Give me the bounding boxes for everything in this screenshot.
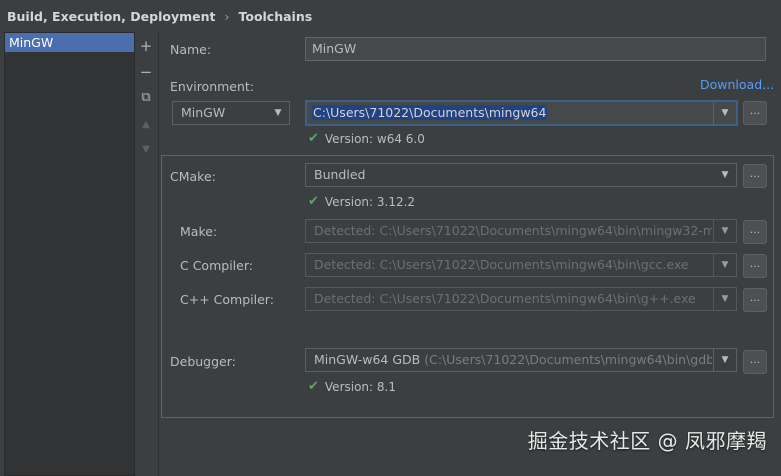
cpp-compiler-select[interactable]: Detected: C:\Users\71022\Documents\mingw… [305,287,737,311]
environment-label: Environment: [170,79,255,94]
chevron-down-icon: ▼ [713,102,736,124]
c-compiler-label: C Compiler: [180,258,253,273]
cpp-compiler-browse-button[interactable]: ... [743,288,767,312]
environment-path-value: C:\Users\71022\Documents\mingw64 [312,105,548,120]
make-label: Make: [180,224,218,239]
breadcrumb-parent: Build, Execution, Deployment [7,8,216,24]
check-icon: ✔ [308,379,319,394]
panel-divider [158,32,159,476]
arrow-up-icon[interactable]: ▲ [136,113,156,135]
debugger-path: (C:\Users\71022\Documents\mingw64\bin\gd… [420,352,712,367]
download-link[interactable]: Download... [700,77,774,92]
list-toolbar: + − ⧉ ▲ ▼ [136,32,158,476]
make-select[interactable]: Detected: C:\Users\71022\Documents\mingw… [305,219,737,243]
cmake-version: ✔ Version: 3.12.2 [308,194,415,209]
c-compiler-select[interactable]: Detected: C:\Users\71022\Documents\mingw… [305,253,737,277]
environment-version: ✔ Version: w64 6.0 [308,131,425,146]
list-item-mingw[interactable]: MinGW [5,33,134,52]
debugger-browse-button[interactable]: ... [743,350,767,374]
environment-type-value: MinGW [181,105,226,120]
environment-browse-button[interactable]: ... [743,101,767,125]
arrow-down-icon[interactable]: ▼ [136,138,156,160]
watermark: 掘金技术社区 @ 凤邪摩羯 [527,429,767,453]
chevron-down-icon: ▼ [713,288,736,310]
make-browse-button[interactable]: ... [743,220,767,244]
check-icon: ✔ [308,131,319,146]
plus-icon[interactable]: + [136,35,156,57]
cmake-label: CMake: [170,169,216,184]
c-compiler-value: Detected: C:\Users\71022\Documents\mingw… [314,257,689,272]
check-icon: ✔ [308,194,319,209]
breadcrumb-separator: › [224,8,230,24]
debugger-version: ✔ Version: 8.1 [308,379,396,394]
debugger-version-text: Version: 8.1 [324,379,396,394]
chevron-down-icon: ▼ [274,108,282,118]
name-field[interactable]: MinGW [305,37,766,61]
breadcrumb: Build, Execution, Deployment › Toolchain… [0,0,781,32]
cmake-version-text: Version: 3.12.2 [324,194,416,209]
c-compiler-browse-button[interactable]: ... [743,254,767,278]
cmake-browse-button[interactable]: ... [743,164,767,188]
cmake-value: Bundled [314,167,366,182]
minus-icon[interactable]: − [136,61,156,83]
debugger-value: MinGW-w64 GDB [314,352,421,367]
debugger-select[interactable]: MinGW-w64 GDB (C:\Users\71022\Documents\… [305,348,737,372]
toolchain-list: MinGW [4,32,135,476]
chevron-down-icon: ▼ [713,220,736,242]
chevron-down-icon: ▼ [721,170,729,180]
environment-path-select[interactable]: C:\Users\71022\Documents\mingw64 ▼ [305,100,738,126]
environment-version-text: Version: w64 6.0 [324,131,425,146]
chevron-down-icon: ▼ [713,254,736,276]
breadcrumb-current: Toolchains [238,8,313,24]
cmake-select[interactable]: Bundled ▼ [305,163,737,187]
make-value: Detected: C:\Users\71022\Documents\mingw… [314,223,712,238]
debugger-label: Debugger: [170,354,236,369]
name-label: Name: [170,42,212,57]
cpp-compiler-label: C++ Compiler: [180,292,274,307]
environment-type-select[interactable]: MinGW ▼ [172,101,290,125]
copy-icon[interactable]: ⧉ [136,86,156,108]
cpp-compiler-value: Detected: C:\Users\71022\Documents\mingw… [314,291,696,306]
chevron-down-icon: ▼ [713,349,736,371]
